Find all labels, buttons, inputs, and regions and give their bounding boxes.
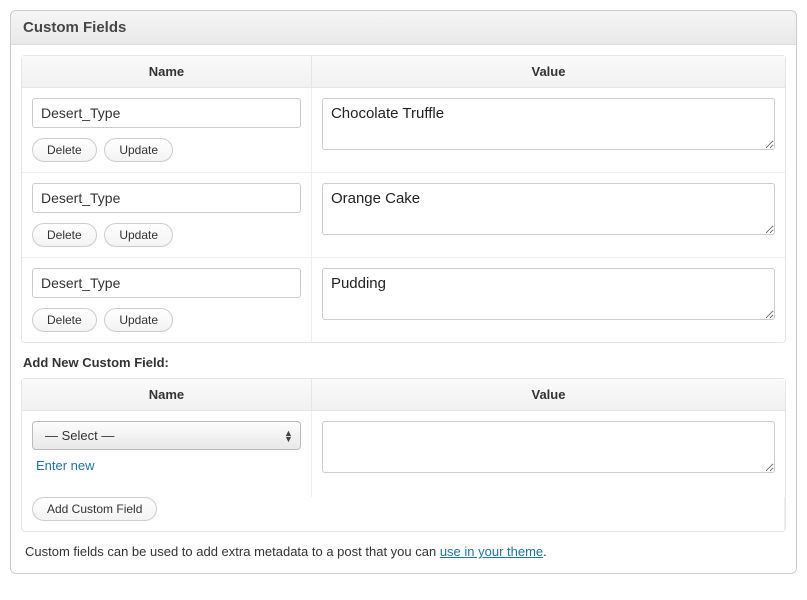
enter-new-link[interactable]: Enter new [36, 458, 95, 473]
custom-fields-metabox: Custom Fields Name Value Delete Update [10, 10, 797, 574]
new-field-value-textarea[interactable] [322, 421, 775, 473]
table-row: Add Custom Field [22, 497, 785, 531]
field-name-select[interactable]: — Select — [32, 421, 301, 450]
add-new-table: Name Value — Select — ▲▼ [21, 378, 786, 532]
add-custom-field-button[interactable]: Add Custom Field [32, 497, 157, 521]
field-value-textarea[interactable]: Chocolate Truffle [322, 98, 775, 150]
table-row: Delete Update Orange Cake [22, 172, 785, 257]
metabox-body: Name Value Delete Update Chocolate Truff… [11, 45, 796, 573]
field-value-textarea[interactable]: Pudding [322, 268, 775, 320]
update-button[interactable]: Update [104, 138, 173, 162]
delete-button[interactable]: Delete [32, 138, 97, 162]
help-prefix: Custom fields can be used to add extra m… [25, 544, 440, 559]
field-value-textarea[interactable]: Orange Cake [322, 183, 775, 235]
column-header-name: Name [22, 379, 312, 411]
delete-button[interactable]: Delete [32, 308, 97, 332]
table-row: Delete Update Pudding [22, 257, 785, 342]
field-name-input[interactable] [32, 98, 301, 128]
add-new-heading: Add New Custom Field: [21, 355, 786, 370]
update-button[interactable]: Update [104, 223, 173, 247]
table-row: Delete Update Chocolate Truffle [22, 88, 785, 172]
custom-fields-table: Name Value Delete Update Chocolate Truff… [21, 55, 786, 343]
column-header-value: Value [312, 56, 785, 88]
help-link[interactable]: use in your theme [440, 544, 543, 559]
help-suffix: . [543, 544, 547, 559]
table-row: — Select — ▲▼ Enter new [22, 411, 785, 497]
field-name-input[interactable] [32, 268, 301, 298]
panel-title: Custom Fields [23, 19, 784, 36]
column-header-name: Name [22, 56, 312, 88]
field-name-input[interactable] [32, 183, 301, 213]
update-button[interactable]: Update [104, 308, 173, 332]
metabox-header: Custom Fields [11, 11, 796, 45]
column-header-value: Value [312, 379, 785, 411]
help-text: Custom fields can be used to add extra m… [21, 542, 786, 563]
delete-button[interactable]: Delete [32, 223, 97, 247]
